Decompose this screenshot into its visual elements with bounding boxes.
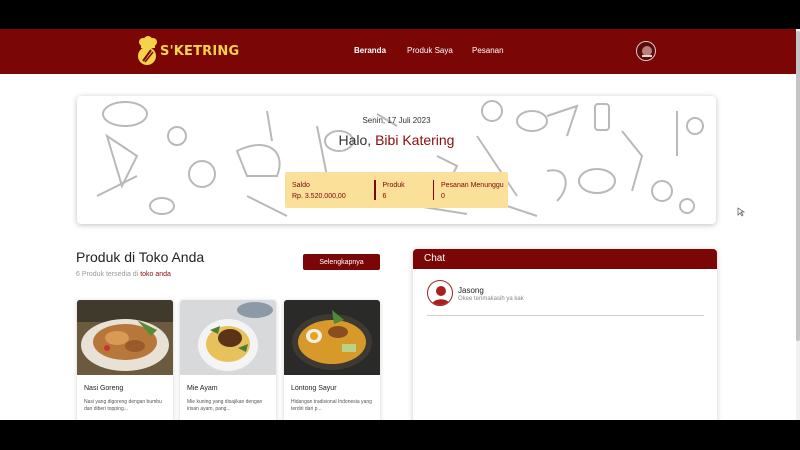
product-card[interactable]: Mie Ayam Mie kuning yang disajikan denga… bbox=[180, 300, 276, 420]
user-avatar-icon bbox=[427, 280, 453, 306]
product-image bbox=[284, 300, 380, 375]
welcome-banner: Senin, 17 Juli 2023 Halo, Bibi Katering … bbox=[77, 96, 716, 224]
stat-pesanan-menunggu: Pesanan Menunggu 0 bbox=[434, 172, 508, 208]
chat-contact-name: Jasong bbox=[458, 286, 484, 295]
top-navbar: S'KETRING Beranda Produk Saya Pesanan bbox=[0, 29, 796, 74]
chef-hat-logo-icon bbox=[136, 36, 158, 66]
product-name: Mie Ayam bbox=[187, 385, 218, 392]
product-card[interactable]: Nasi Goreng Nasi yang digoreng dengan bu… bbox=[77, 300, 173, 420]
product-card[interactable]: Lontong Sayur Hidangan tradisional Indon… bbox=[284, 300, 380, 420]
stats-panel: Saldo Rp. 3.520.000,00 Produk 6 Pesanan … bbox=[285, 172, 508, 208]
product-image bbox=[180, 300, 276, 375]
stat-label: Saldo bbox=[292, 182, 310, 189]
mouse-cursor-icon bbox=[737, 207, 745, 217]
greeting-prefix: Halo, bbox=[338, 132, 376, 148]
product-description: Mie kuning yang disajikan dengan irisan … bbox=[187, 399, 263, 412]
scrollbar-thumb[interactable] bbox=[796, 31, 800, 341]
stat-value: 0 bbox=[441, 193, 445, 200]
nav-pesanan[interactable]: Pesanan bbox=[472, 46, 504, 55]
store-name: Bibi Katering bbox=[375, 132, 455, 148]
nav-produk-saya[interactable]: Produk Saya bbox=[407, 46, 453, 55]
nav-beranda[interactable]: Beranda bbox=[354, 46, 386, 55]
see-more-button[interactable]: Selengkapnya bbox=[303, 254, 380, 270]
products-title: Produk di Toko Anda bbox=[76, 249, 205, 265]
products-subtitle: 6 Produk tersedia di toko anda bbox=[76, 271, 171, 278]
chat-conversation-item[interactable]: Jasong Okee terimakasih ya kak bbox=[427, 280, 704, 316]
greeting: Halo, Bibi Katering bbox=[77, 132, 716, 148]
store-link[interactable]: toko anda bbox=[140, 271, 171, 278]
stat-label: Pesanan Menunggu bbox=[441, 182, 504, 189]
app-viewport: S'KETRING Beranda Produk Saya Pesanan Se… bbox=[0, 29, 800, 420]
product-description: Hidangan tradisional Indonesia yang terd… bbox=[291, 399, 372, 412]
chat-title: Chat bbox=[413, 249, 717, 269]
product-image bbox=[77, 300, 173, 375]
stat-label: Produk bbox=[382, 182, 405, 189]
product-name: Nasi Goreng bbox=[84, 385, 124, 392]
brand-name: S'KETRING bbox=[160, 43, 240, 59]
stat-value: 6 bbox=[382, 193, 387, 200]
products-count-text: 6 Produk tersedia di bbox=[76, 271, 141, 278]
brand-logo[interactable]: S'KETRING bbox=[136, 36, 239, 66]
chat-last-message: Okee terimakasih ya kak bbox=[458, 296, 524, 302]
stat-saldo: Saldo Rp. 3.520.000,00 bbox=[285, 172, 374, 208]
page-scrollbar[interactable] bbox=[796, 29, 800, 420]
profile-avatar[interactable] bbox=[636, 41, 656, 61]
product-description: Nasi yang digoreng dengan bumbu dan dibe… bbox=[84, 399, 162, 412]
product-name: Lontong Sayur bbox=[291, 385, 337, 392]
stat-value: Rp. 3.520.000,00 bbox=[292, 193, 346, 200]
stat-produk: Produk 6 bbox=[376, 172, 433, 208]
current-date: Senin, 17 Juli 2023 bbox=[362, 116, 431, 125]
chat-panel: Chat Jasong Okee terimakasih ya kak bbox=[413, 249, 717, 420]
